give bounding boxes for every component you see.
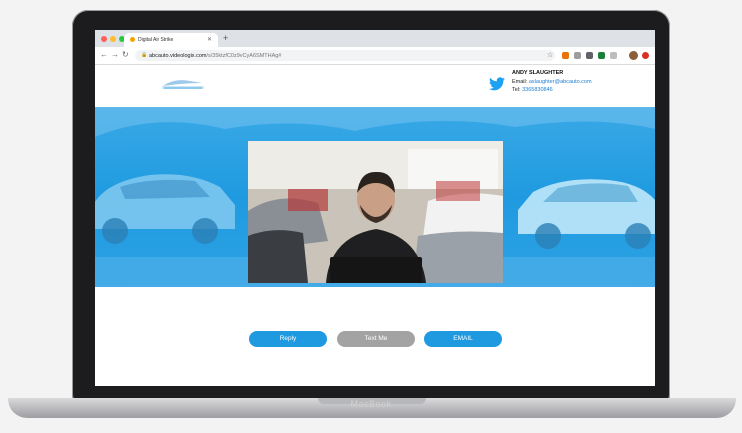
laptop-screen: Digital Air Strike ✕ + ← → ↻ 🔒 abcauto.v… [95, 30, 655, 386]
browser-tab-bar: Digital Air Strike ✕ + [95, 30, 655, 47]
extension-icon[interactable] [642, 52, 649, 59]
forward-icon[interactable]: → [111, 50, 119, 59]
car-right-image [518, 179, 655, 249]
dealer-logo[interactable] [160, 77, 206, 91]
reload-icon[interactable]: ↻ [122, 50, 129, 59]
video-player[interactable] [248, 141, 503, 283]
web-page: ANDY SLAUGHTER Email: aslaughter@abcauto… [95, 65, 655, 386]
contact-name: ANDY SLAUGHTER [512, 70, 564, 76]
twitter-icon[interactable] [489, 77, 505, 91]
extension-icon[interactable] [574, 52, 581, 59]
close-tab-icon[interactable]: ✕ [207, 36, 212, 43]
email-label: Email: [512, 78, 528, 85]
email-button[interactable]: EMAIL [424, 331, 502, 347]
new-tab-icon[interactable]: + [223, 33, 228, 43]
browser-toolbar: ← → ↻ 🔒 abcauto.videologix.com/s/35ktzfC… [95, 47, 655, 65]
address-bar[interactable]: 🔒 abcauto.videologix.com/s/35ktzfC0z9vCy… [135, 50, 555, 61]
device-brand-label: MacBook [350, 399, 392, 409]
close-window-icon[interactable] [101, 36, 107, 42]
address-url: abcauto.videologix.com/s/35ktzfC0z9vCyA6… [149, 52, 282, 59]
contact-card: ANDY SLAUGHTER Email: aslaughter@abcauto… [512, 69, 592, 95]
email-link[interactable]: aslaughter@abcauto.com [529, 79, 592, 85]
reply-button[interactable]: Reply [249, 331, 327, 347]
tel-label: Tel: [512, 87, 521, 93]
extension-icon[interactable] [586, 52, 593, 59]
back-icon[interactable]: ← [100, 50, 108, 59]
extension-icon[interactable] [562, 52, 569, 59]
bookmark-star-icon[interactable]: ☆ [547, 51, 553, 59]
profile-avatar[interactable] [629, 51, 638, 60]
lock-icon: 🔒 [141, 52, 148, 58]
extension-icon[interactable] [610, 52, 617, 59]
text-me-button[interactable]: Text Me [337, 331, 415, 347]
car-left-image [95, 174, 235, 244]
hero-banner [95, 107, 655, 287]
tel-link[interactable]: 3365830846 [522, 87, 553, 93]
browser-tab[interactable]: Digital Air Strike ✕ [124, 33, 218, 47]
minimize-window-icon[interactable] [110, 36, 116, 42]
extension-icon[interactable] [598, 52, 605, 59]
favicon-icon [130, 37, 135, 42]
tab-title: Digital Air Strike [138, 37, 174, 43]
